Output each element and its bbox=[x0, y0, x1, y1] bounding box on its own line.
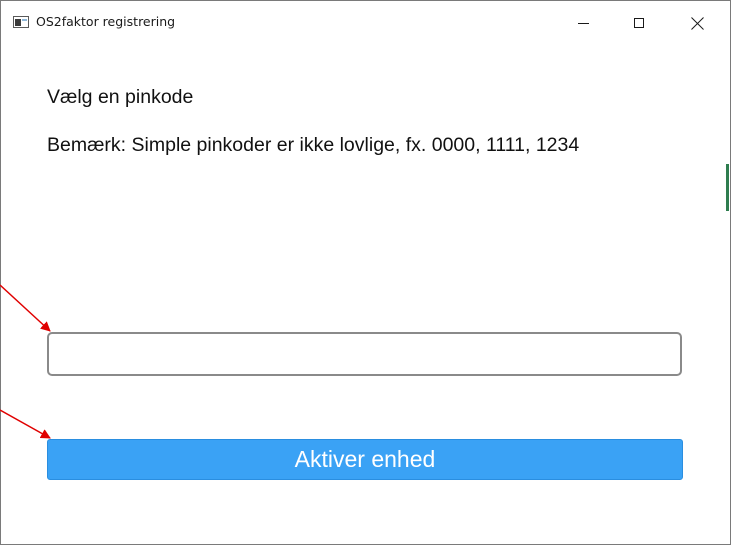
page-heading: Vælg en pinkode bbox=[47, 86, 194, 108]
minimize-button[interactable] bbox=[557, 1, 609, 45]
maximize-icon bbox=[634, 18, 644, 28]
background-window-edge bbox=[726, 164, 729, 211]
close-button[interactable] bbox=[671, 1, 723, 45]
app-window: OS2faktor registrering Vælg en pinkode B… bbox=[0, 0, 731, 545]
minimize-icon bbox=[577, 22, 589, 24]
activate-device-button[interactable]: Aktiver enhed bbox=[47, 439, 683, 480]
maximize-button[interactable] bbox=[613, 1, 665, 45]
app-icon bbox=[13, 16, 29, 28]
title-bar[interactable]: OS2faktor registrering bbox=[1, 1, 730, 45]
window-title: OS2faktor registrering bbox=[36, 14, 176, 29]
pin-input[interactable] bbox=[47, 332, 682, 376]
pin-rules-note: Bemærk: Simple pinkoder er ikke lovlige,… bbox=[47, 134, 580, 156]
close-icon bbox=[691, 17, 704, 30]
